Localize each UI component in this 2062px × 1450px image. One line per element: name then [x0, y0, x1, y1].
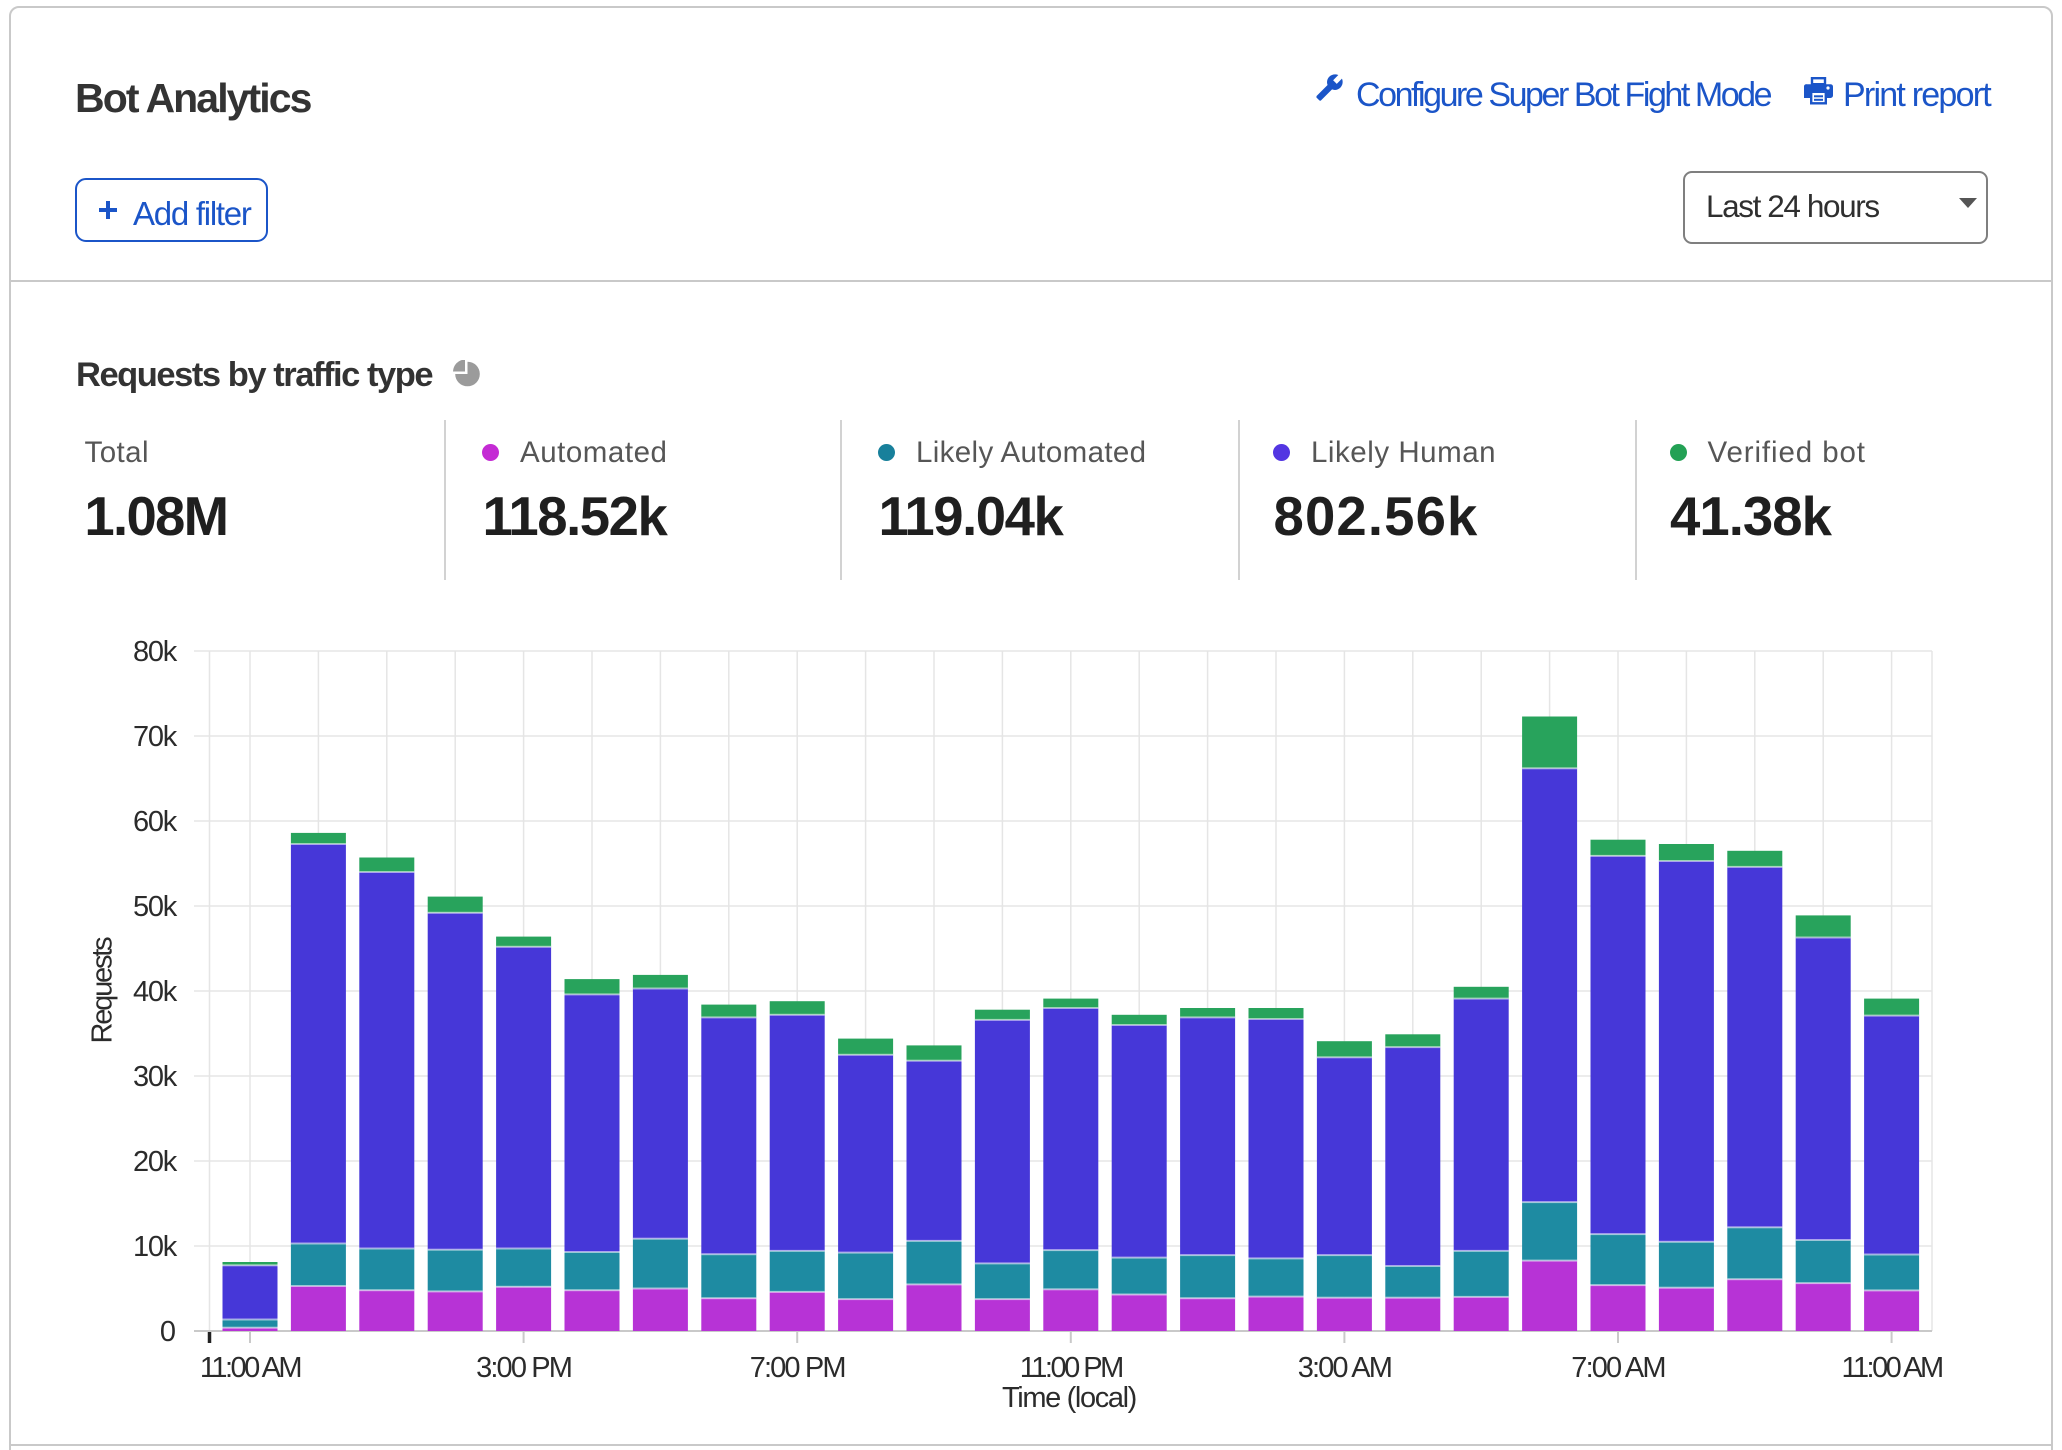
svg-text:11:00 AM: 11:00 AM — [200, 1352, 301, 1384]
svg-text:7:00 AM: 7:00 AM — [1571, 1352, 1664, 1384]
svg-text:3:00 AM: 3:00 AM — [1298, 1352, 1391, 1384]
svg-text:70k: 70k — [133, 721, 178, 753]
svg-text:40k: 40k — [133, 976, 178, 1008]
svg-text:20k: 20k — [133, 1146, 178, 1178]
svg-text:80k: 80k — [133, 636, 178, 668]
svg-text:Requests: Requests — [87, 937, 119, 1044]
svg-text:Time (local): Time (local) — [1002, 1382, 1136, 1414]
svg-text:3:00 PM: 3:00 PM — [476, 1352, 571, 1384]
svg-text:60k: 60k — [133, 806, 178, 838]
svg-text:50k: 50k — [133, 891, 178, 923]
svg-text:11:00 PM: 11:00 PM — [1020, 1352, 1122, 1384]
svg-text:30k: 30k — [133, 1061, 178, 1093]
svg-text:11:00 AM: 11:00 AM — [1842, 1352, 1943, 1384]
svg-text:0: 0 — [160, 1316, 176, 1348]
svg-text:10k: 10k — [133, 1231, 178, 1263]
svg-text:7:00 PM: 7:00 PM — [750, 1352, 845, 1384]
